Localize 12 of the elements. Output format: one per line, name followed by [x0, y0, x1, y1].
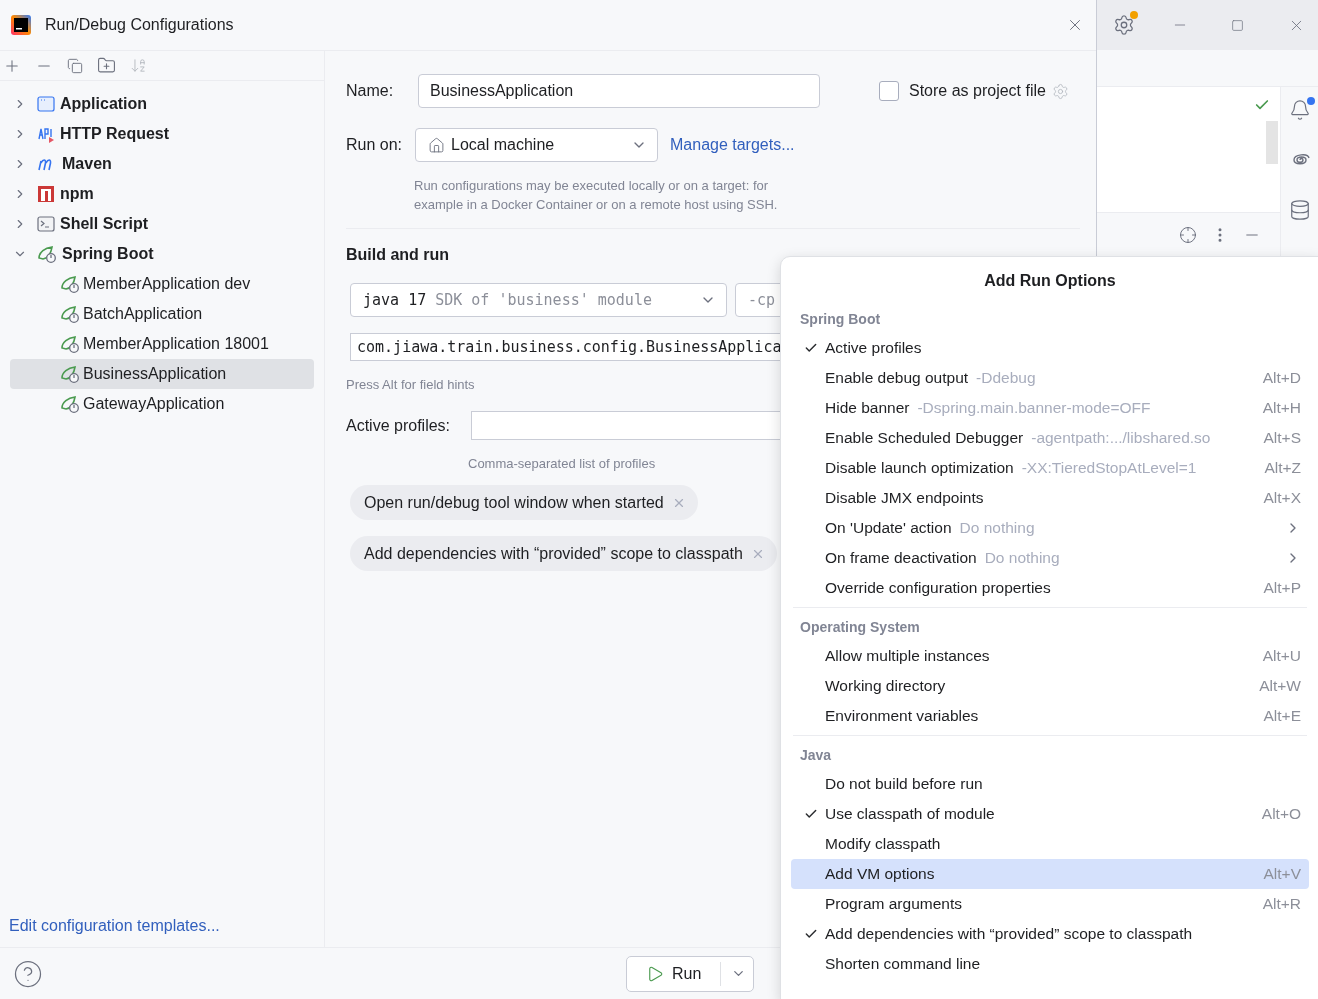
section-title: Build and run — [346, 245, 450, 265]
name-label: Name: — [346, 81, 395, 101]
window-title: Run/Debug Configurations — [45, 15, 234, 35]
active-profiles-label: Active profiles: — [346, 415, 452, 436]
run-on-hint: Run configurations may be executed locally or on a target: for example in a Docker Container or on a remote host using SSH. — [413, 177, 779, 214]
field-hints-text: Press Alt for field hints — [346, 376, 475, 393]
run-on-label: Run on: — [346, 135, 404, 155]
active-profiles-hint: Comma-separated list of profiles — [468, 455, 656, 472]
section-label: Operating System — [800, 617, 920, 637]
section-label: Java — [800, 745, 832, 765]
popup-title: Add Run Options — [984, 271, 1116, 291]
store-label: Store as project file — [909, 81, 1046, 101]
